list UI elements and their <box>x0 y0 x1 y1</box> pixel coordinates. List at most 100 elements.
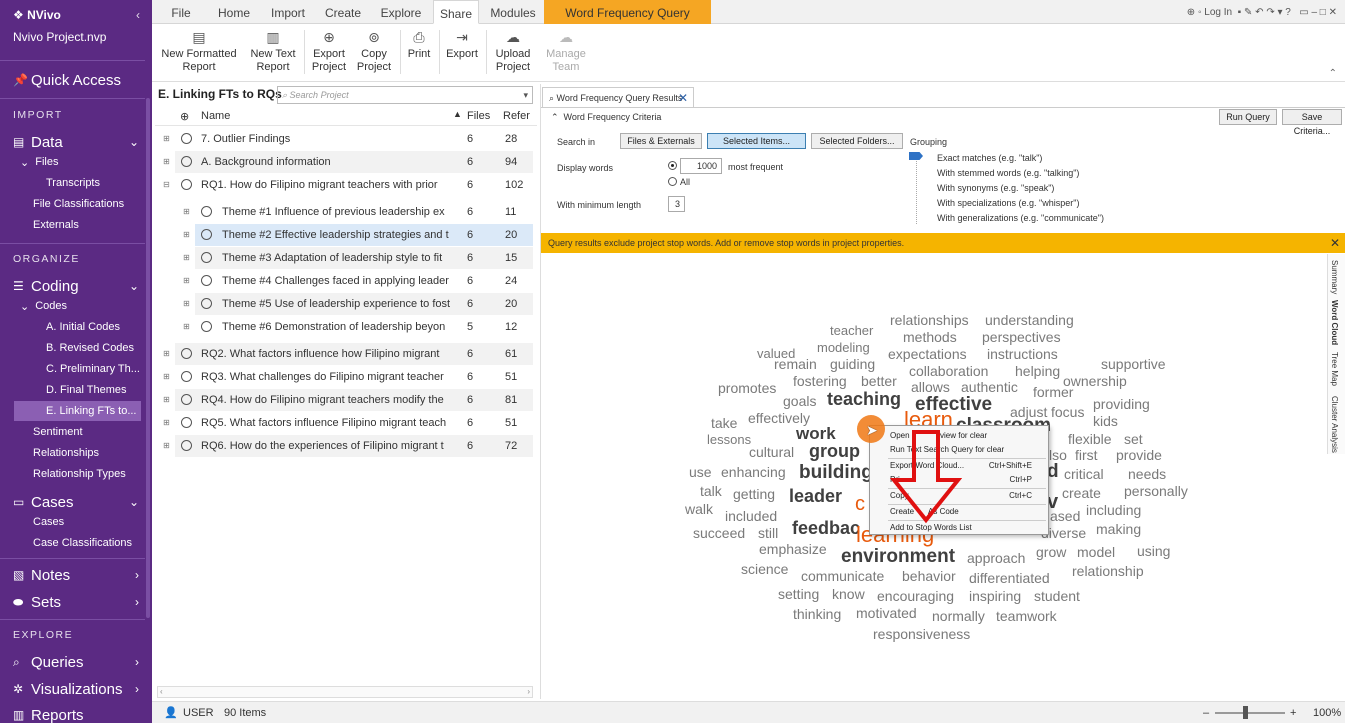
cloud-word[interactable]: providing <box>1093 397 1150 411</box>
code-row[interactable]: ⊞ RQ6. How do the experiences of Filipino… <box>163 435 533 457</box>
tab-create[interactable]: Create <box>321 0 365 24</box>
tab-word-frequency-query[interactable]: Word Frequency Query <box>544 0 711 24</box>
cloud-word[interactable]: create <box>1062 486 1101 500</box>
cloud-word[interactable]: science <box>741 562 788 576</box>
cloud-word[interactable]: teacher <box>830 324 873 337</box>
tab-word-frequency-results[interactable]: ⌕ Word Frequency Query Results ✕ <box>542 87 694 107</box>
cloud-word[interactable]: needs <box>1128 467 1166 481</box>
cloud-word[interactable]: approach <box>967 551 1025 565</box>
sidebar-item-files[interactable]: ⌄ Files <box>0 152 145 172</box>
cloud-word[interactable]: work <box>796 425 836 442</box>
cloud-word[interactable]: helping <box>1015 364 1060 378</box>
cloud-word[interactable]: thinking <box>793 607 841 621</box>
sidebar-item-notes[interactable]: ▧ Notes › <box>0 565 145 585</box>
cloud-word[interactable]: focus <box>1051 405 1084 419</box>
cloud-word[interactable]: still <box>758 526 778 540</box>
code-row[interactable]: ⊞ 7. Outlier Findings 6 28 <box>163 128 533 150</box>
sidebar-item-externals[interactable]: Externals <box>0 215 145 235</box>
cloud-word[interactable]: personally <box>1124 484 1188 498</box>
cloud-word[interactable]: first <box>1075 448 1098 462</box>
display-all-radio[interactable] <box>668 177 677 186</box>
expand-icon[interactable]: ⊞ <box>183 270 190 292</box>
cloud-word[interactable]: goals <box>783 394 816 408</box>
cloud-word[interactable]: flexible <box>1068 432 1112 446</box>
cloud-word[interactable]: including <box>1086 503 1141 517</box>
expand-icon[interactable]: ⊞ <box>163 412 170 434</box>
cloud-word[interactable]: methods <box>903 330 957 344</box>
menu-item-add-to-stop-words[interactable]: Add to Stop Words List <box>890 523 972 532</box>
expand-icon[interactable]: ⊞ <box>163 343 170 365</box>
expand-icon[interactable]: ⊞ <box>183 224 190 246</box>
cloud-word[interactable]: motivated <box>856 606 917 620</box>
sidebar-item-initial-codes[interactable]: A. Initial Codes <box>0 317 145 337</box>
save-criteria-button[interactable]: Save Criteria... <box>1282 109 1342 136</box>
cloud-word[interactable]: relationships <box>890 313 969 327</box>
expand-icon[interactable]: ⊞ <box>183 247 190 269</box>
grouping-option-synonyms[interactable]: With synonyms (e.g. "speak") <box>937 183 1054 193</box>
close-banner-icon[interactable]: ✕ <box>1330 233 1340 253</box>
theme-row[interactable]: ⊞ Theme #4 Challenges faced in applying l… <box>183 270 533 292</box>
theme-row[interactable]: ⊞ Theme #3 Adaptation of leadership style… <box>183 247 533 269</box>
manage-team-button[interactable]: ☁ Manage Team <box>542 26 590 80</box>
scroll-right-icon[interactable]: › <box>527 687 530 697</box>
export-button[interactable]: ⇥ Export <box>442 26 482 80</box>
cloud-word[interactable]: group <box>809 442 860 460</box>
cloud-word[interactable]: included <box>725 509 777 523</box>
expand-icon[interactable]: ⊞ <box>183 201 190 223</box>
sidebar-item-relationship-types[interactable]: Relationship Types <box>0 464 145 484</box>
cloud-word[interactable]: building <box>799 463 873 482</box>
maximize-icon[interactable]: □ <box>1320 7 1329 18</box>
cloud-word[interactable]: instructions <box>987 347 1058 361</box>
collapse-sidebar-button[interactable]: ‹ <box>136 8 140 22</box>
help-icon[interactable]: ⊕ <box>1187 7 1198 18</box>
cloud-word[interactable]: making <box>1096 522 1141 536</box>
add-column-icon[interactable]: ⊕ <box>180 110 189 123</box>
print-button[interactable]: ⎙ Print <box>403 26 435 80</box>
undo-icon[interactable]: ↶ <box>1255 7 1266 18</box>
cloud-word[interactable]: walk <box>685 502 713 516</box>
sidebar-item-coding[interactable]: ☰ Coding ⌄ <box>0 276 145 296</box>
sidebar-item-queries[interactable]: ⌕ Queries › <box>0 652 145 672</box>
minimum-length-input[interactable]: 3 <box>668 196 685 212</box>
zoom-slider-track[interactable] <box>1215 712 1285 714</box>
grouping-option-stemmed[interactable]: With stemmed words (e.g. "talking") <box>937 168 1079 178</box>
grouping-option-exact[interactable]: Exact matches (e.g. "talk") <box>937 153 1042 163</box>
zoom-slider-knob[interactable] <box>1243 706 1248 719</box>
cloud-word[interactable]: perspectives <box>982 330 1061 344</box>
cloud-word[interactable]: cultural <box>749 445 794 459</box>
cloud-word[interactable]: emphasize <box>759 542 827 556</box>
cloud-word[interactable]: c <box>855 494 865 514</box>
cloud-word[interactable]: relationship <box>1072 564 1144 578</box>
cloud-word[interactable]: leader <box>789 487 842 505</box>
redo-icon[interactable]: ↷ <box>1266 7 1277 18</box>
selected-folders-button[interactable]: Selected Folders... <box>811 133 903 149</box>
code-row[interactable]: ⊟ RQ1. How do Filipino migrant teachers w… <box>163 174 533 196</box>
list-horizontal-scrollbar[interactable]: ‹ › <box>157 686 533 698</box>
cloud-word[interactable]: collaboration <box>909 364 988 378</box>
sidebar-item-data[interactable]: ▤ Data ⌄ <box>0 132 145 152</box>
tab-explore[interactable]: Explore <box>378 0 424 24</box>
grouping-slider-knob[interactable] <box>909 152 923 160</box>
theme-row[interactable]: ⊞ Theme #1 Influence of previous leadersh… <box>183 201 533 223</box>
cloud-word[interactable]: promotes <box>718 381 776 395</box>
new-text-report-button[interactable]: ▥ New Text Report <box>244 26 302 80</box>
code-row[interactable]: ⊞ A. Background information 6 94 <box>163 151 533 173</box>
cloud-word[interactable]: student <box>1034 589 1080 603</box>
tab-cluster-analysis[interactable]: Cluster Analysis <box>1330 396 1339 453</box>
cloud-word[interactable]: encouraging <box>877 589 954 603</box>
expand-icon[interactable]: ⊞ <box>163 128 170 150</box>
expand-icon[interactable]: ⊞ <box>183 293 190 315</box>
tab-tree-map[interactable]: Tree Map <box>1330 352 1339 386</box>
cloud-word[interactable]: modeling <box>817 341 870 354</box>
cloud-word[interactable]: lessons <box>707 433 751 446</box>
display-count-input[interactable]: 1000 <box>680 158 722 174</box>
cloud-word[interactable]: model <box>1077 545 1115 559</box>
quick-access[interactable]: 📌 Quick Access <box>0 70 145 90</box>
sidebar-item-linking-fts[interactable]: E. Linking FTs to... <box>14 401 141 421</box>
column-header-references[interactable]: Refer <box>503 110 530 122</box>
cloud-word[interactable]: authentic <box>961 380 1018 394</box>
copy-project-button[interactable]: ⊚ Copy Project <box>352 26 396 80</box>
cloud-word[interactable]: succeed <box>693 526 745 540</box>
files-externals-button[interactable]: Files & Externals <box>620 133 702 149</box>
tab-modules[interactable]: Modules <box>488 0 538 24</box>
